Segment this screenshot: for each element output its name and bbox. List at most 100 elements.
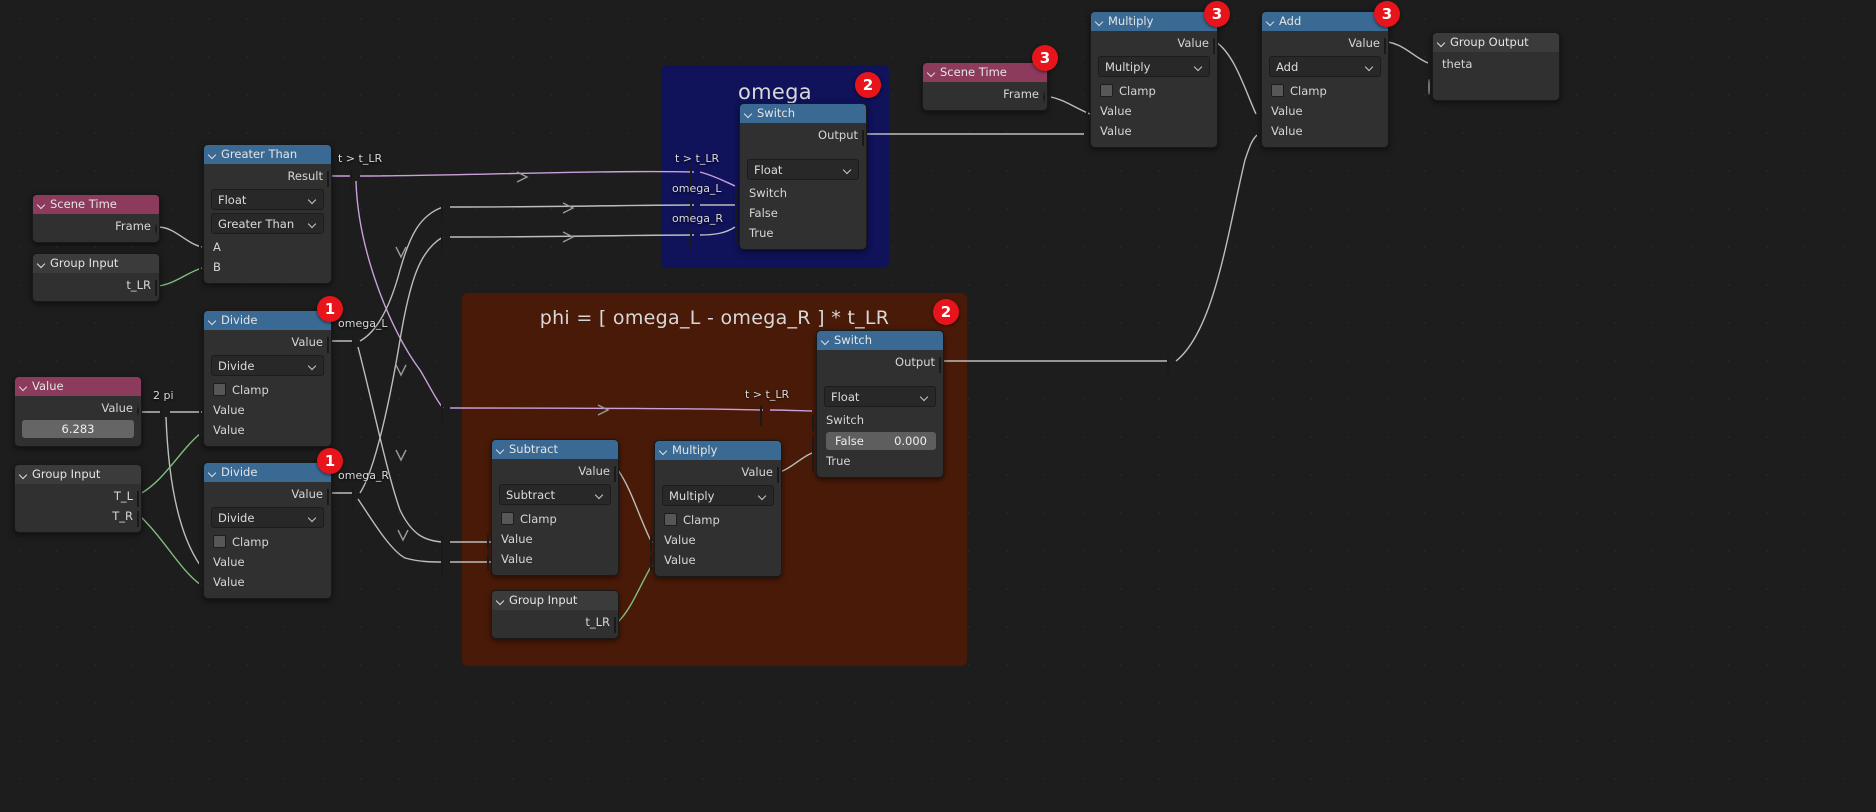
dropdown-operation[interactable]: Multiply [662, 485, 774, 506]
reroute-t-gt-tlr-omega[interactable] [690, 166, 700, 187]
dropdown-operation[interactable]: Greater Than [211, 213, 324, 234]
reroute-mid-subtract-a[interactable] [441, 536, 451, 557]
output-socket-value[interactable] [327, 336, 336, 353]
dropdown-data-type[interactable]: Float [211, 189, 324, 210]
node-group-output[interactable]: Group Output theta [1428, 32, 1560, 101]
node-header[interactable]: Group Input [33, 254, 159, 273]
clamp-checkbox-row[interactable]: Clamp [655, 509, 781, 530]
node-header[interactable]: Group Output [1433, 33, 1559, 52]
collapse-chevron-icon[interactable] [821, 336, 830, 345]
collapse-chevron-icon[interactable] [1437, 38, 1446, 47]
node-header[interactable]: Scene Time [923, 63, 1047, 82]
input-socket-a[interactable] [199, 241, 208, 258]
input-socket-value-1[interactable] [199, 556, 208, 573]
input-socket-b[interactable] [199, 261, 208, 278]
false-value-field[interactable]: False 0.000 [826, 431, 936, 450]
output-socket-output[interactable] [862, 129, 871, 146]
clamp-checkbox-row[interactable]: Clamp [492, 508, 618, 529]
clamp-checkbox[interactable] [1100, 84, 1113, 97]
clamp-checkbox[interactable] [1271, 84, 1284, 97]
output-socket-value[interactable] [1384, 37, 1393, 54]
node-switch-omega[interactable]: Switch Output Float Switch False True [735, 103, 867, 250]
clamp-checkbox-row[interactable]: Clamp [1091, 80, 1217, 101]
reroute-omega-r-omega[interactable] [690, 229, 700, 250]
collapse-chevron-icon[interactable] [496, 596, 505, 605]
node-header[interactable]: Divide [204, 463, 331, 482]
node-divide-left[interactable]: Divide Value Divide Clamp Value Value [199, 310, 332, 447]
clamp-checkbox-row[interactable]: Clamp [204, 379, 331, 400]
node-header[interactable]: Greater Than [204, 145, 331, 164]
clamp-checkbox[interactable] [213, 535, 226, 548]
collapse-chevron-icon[interactable] [744, 109, 753, 118]
reroute-mid-omega-r[interactable] [441, 231, 451, 252]
reroute-t-gt-tlr-main[interactable] [350, 170, 360, 191]
input-socket-false[interactable] [735, 207, 744, 224]
input-socket-value-1[interactable] [1257, 105, 1266, 122]
node-multiply-phi[interactable]: Multiply Value Multiply Clamp Value Valu… [650, 440, 782, 577]
output-socket-value[interactable] [777, 466, 786, 483]
clamp-checkbox[interactable] [213, 383, 226, 396]
node-add-top[interactable]: Add Value Add Clamp Value Value [1257, 11, 1389, 148]
collapse-chevron-icon[interactable] [1095, 17, 1104, 26]
node-greater-than[interactable]: Greater Than Result Float Greater Than A… [199, 144, 332, 284]
dropdown-operation[interactable]: Subtract [499, 484, 611, 505]
output-socket-value[interactable] [614, 465, 623, 482]
output-socket-output[interactable] [939, 356, 948, 373]
reroute-t-gt-tlr-phi[interactable] [760, 405, 770, 426]
node-header[interactable]: Group Input [492, 591, 618, 610]
node-subtract[interactable]: Subtract Value Subtract Clamp Value Valu… [487, 439, 619, 576]
input-socket-switch[interactable] [735, 187, 744, 204]
output-socket-frame[interactable] [155, 220, 164, 237]
collapse-chevron-icon[interactable] [37, 259, 46, 268]
collapse-chevron-icon[interactable] [208, 150, 217, 159]
node-header[interactable]: Divide [204, 311, 331, 330]
dropdown-operation[interactable]: Divide [211, 507, 324, 528]
collapse-chevron-icon[interactable] [927, 68, 936, 77]
collapse-chevron-icon[interactable] [496, 445, 505, 454]
node-scene-time-left[interactable]: Scene Time Frame [32, 194, 160, 243]
input-socket-switch[interactable] [812, 414, 821, 431]
output-socket-t-lr[interactable] [614, 616, 623, 633]
node-group-input-tl-tr[interactable]: Group Input T_L T_R [14, 464, 142, 533]
collapse-chevron-icon[interactable] [208, 468, 217, 477]
reroute-omega-l-omega[interactable] [690, 199, 700, 220]
node-editor-canvas[interactable]: omega phi = [ omega_L - omega_R ] * t_LR [0, 0, 1876, 812]
input-socket-true[interactable] [812, 455, 821, 472]
input-socket-theta[interactable] [1428, 58, 1437, 75]
node-header[interactable]: Add [1262, 12, 1388, 31]
input-socket-value-1[interactable] [650, 534, 659, 551]
input-socket-value-2[interactable] [199, 424, 208, 441]
input-socket-value-2[interactable] [1086, 125, 1095, 142]
node-header[interactable]: Group Input [15, 465, 141, 484]
reroute-mid-switch[interactable] [441, 402, 451, 423]
collapse-chevron-icon[interactable] [19, 470, 28, 479]
output-socket-frame[interactable] [1043, 88, 1052, 105]
clamp-checkbox-row[interactable]: Clamp [204, 531, 331, 552]
node-header[interactable]: Switch [817, 331, 943, 350]
input-socket-value-2[interactable] [487, 553, 496, 570]
output-socket-t-r[interactable] [137, 510, 146, 527]
input-socket-value-1[interactable] [487, 533, 496, 550]
collapse-chevron-icon[interactable] [37, 200, 46, 209]
input-socket-virtual[interactable] [1428, 78, 1437, 95]
node-divide-right[interactable]: Divide Value Divide Clamp Value Value [199, 462, 332, 599]
dropdown-operation[interactable]: Divide [211, 355, 324, 376]
node-group-input-phi[interactable]: Group Input t_LR [491, 590, 619, 639]
node-scene-time-right[interactable]: Scene Time Frame [922, 62, 1048, 111]
input-socket-false[interactable] [812, 435, 821, 456]
reroute-two-pi[interactable] [160, 406, 170, 427]
collapse-chevron-icon[interactable] [19, 382, 28, 391]
output-socket-value[interactable] [1213, 37, 1222, 54]
clamp-checkbox-row[interactable]: Clamp [1262, 80, 1388, 101]
input-socket-value-2[interactable] [1257, 125, 1266, 142]
reroute-phi-output[interactable] [1167, 355, 1177, 376]
node-group-input-tlr[interactable]: Group Input t_LR [32, 253, 160, 302]
input-socket-value-2[interactable] [199, 576, 208, 593]
output-socket-result[interactable] [327, 170, 336, 187]
reroute-mid-subtract-b[interactable] [441, 556, 451, 577]
input-socket-value-1[interactable] [199, 404, 208, 421]
node-header[interactable]: Switch [740, 104, 866, 123]
clamp-checkbox[interactable] [501, 512, 514, 525]
node-multiply-top[interactable]: Multiply Value Multiply Clamp Value Valu… [1086, 11, 1218, 148]
dropdown-data-type[interactable]: Float [747, 159, 859, 180]
